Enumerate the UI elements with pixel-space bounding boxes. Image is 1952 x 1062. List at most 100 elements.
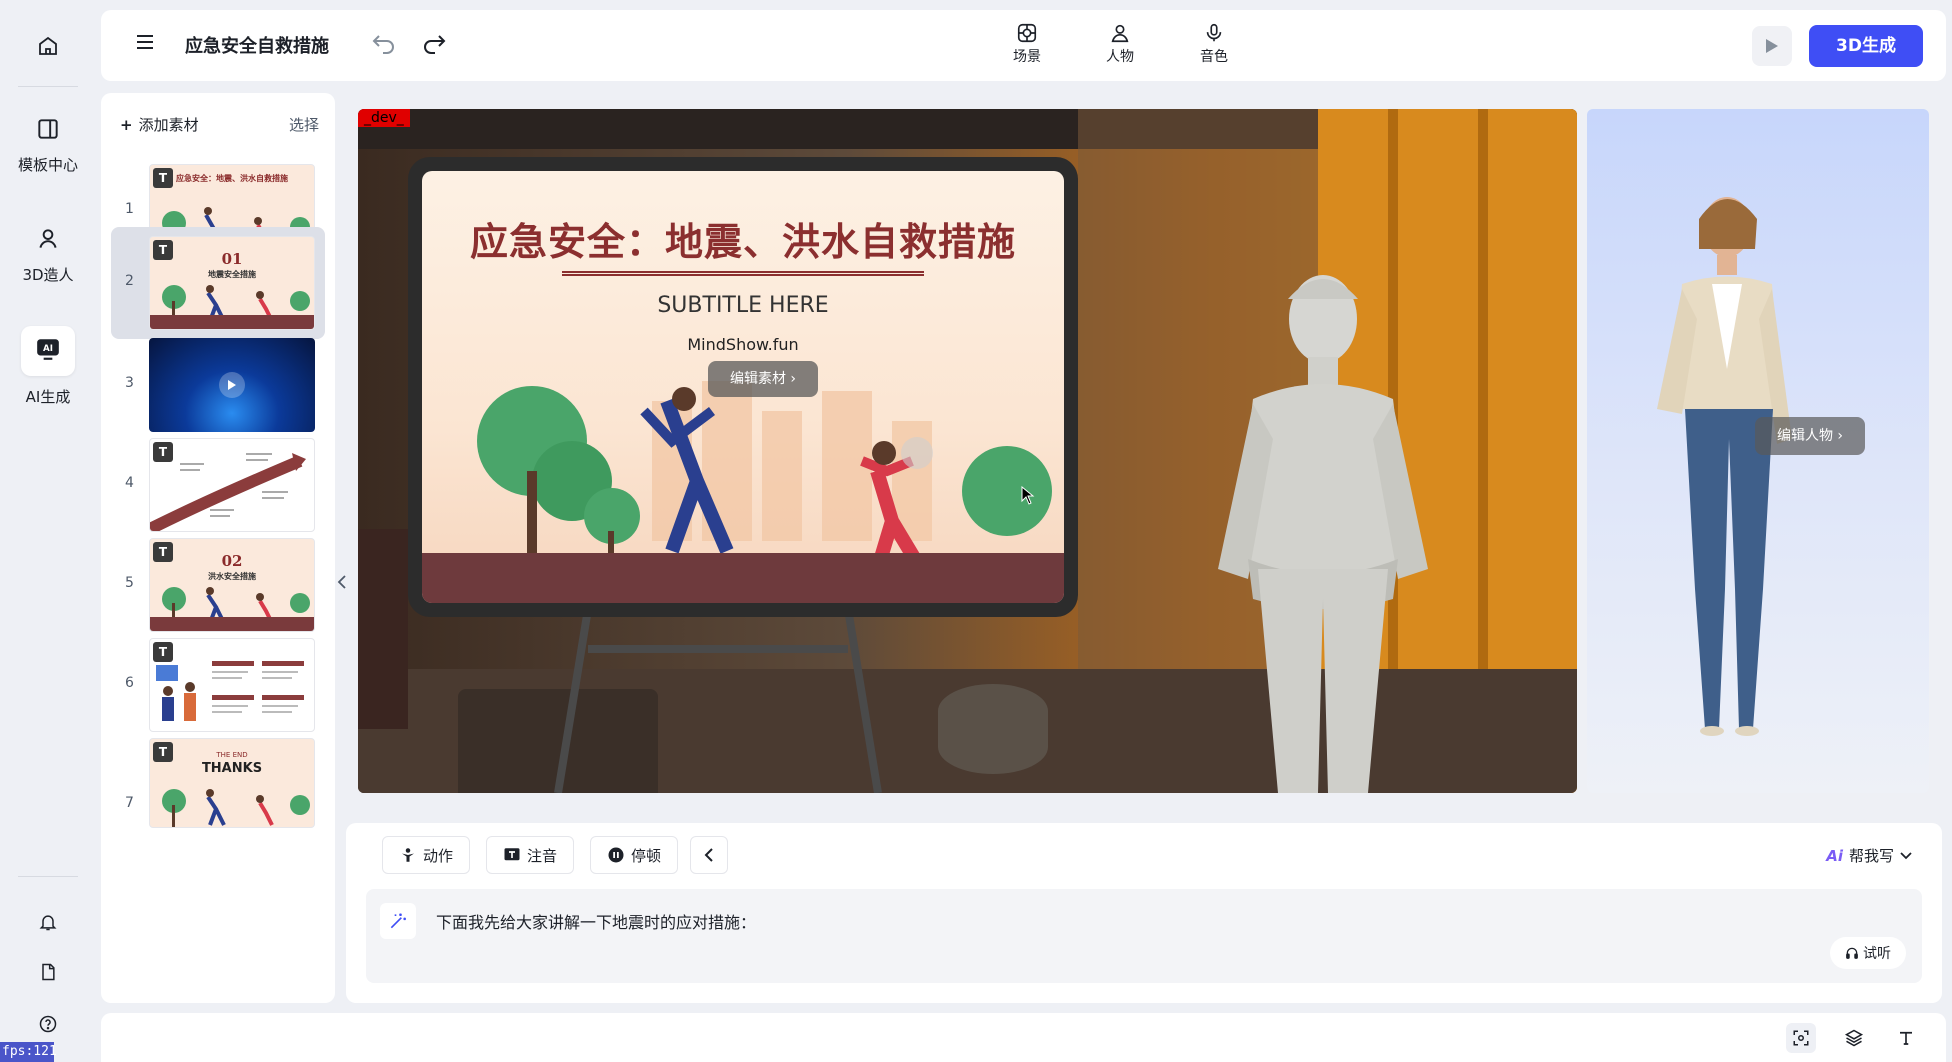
menu-icon[interactable] (135, 32, 155, 56)
edit-character-label: 编辑人物 (1776, 428, 1833, 444)
magic-wand-button[interactable] (380, 903, 416, 939)
dev-tag: _dev_ (358, 109, 410, 127)
tool-label: 人物 (1106, 49, 1134, 65)
notification-button[interactable] (0, 912, 96, 944)
document-title[interactable]: 应急安全自救措施 (185, 32, 329, 58)
add-material-button[interactable]: + 添加素材 (120, 114, 199, 135)
nav-template-center[interactable]: 模板中心 (0, 116, 96, 175)
help-write-label: 帮我写 (1848, 847, 1894, 865)
layers-button[interactable] (1839, 1023, 1869, 1053)
slide-item[interactable]: 7 T THE END THANKS (111, 729, 325, 841)
slide-table-graphic (156, 661, 304, 721)
slide-item[interactable]: 4 T (111, 429, 325, 541)
script-editor: 动作 注音 停顿 Ai 帮我写 下面我先给大家讲解一下地震时的应对措施： 试听 (346, 823, 1942, 1003)
nav-divider (18, 876, 78, 877)
chip-label: 注音 (527, 846, 558, 865)
pause-button[interactable]: 停顿 (590, 836, 679, 874)
slide-thumbnail: T (149, 438, 315, 532)
document-button[interactable] (0, 962, 96, 994)
scene-preview[interactable]: 应急安全：地震、洪水自救措施 SUBTITLE HERE MindShow.fu… (358, 109, 1577, 793)
text-tool-button[interactable] (1891, 1023, 1921, 1053)
slide-number: 4 (125, 475, 134, 491)
slide-number: 6 (125, 675, 134, 691)
text-icon (504, 848, 520, 861)
magic-wand-icon (390, 913, 406, 929)
help-icon (0, 1014, 96, 1038)
layers-icon (1844, 1029, 1864, 1047)
slide-diagram (150, 453, 306, 531)
action-button[interactable]: 动作 (382, 836, 471, 874)
help-write-button[interactable]: Ai 帮我写 (1826, 845, 1912, 866)
screenshot-button[interactable] (1786, 1023, 1816, 1053)
nav-home[interactable] (0, 34, 96, 70)
chip-label: 动作 (423, 846, 454, 865)
edit-material-label: 编辑素材 (729, 371, 786, 387)
chip-collapse-button[interactable] (690, 836, 728, 874)
headphones-icon (1846, 947, 1858, 959)
script-text[interactable]: 下面我先给大家讲解一下地震时的应对措施： (436, 909, 756, 933)
bell-icon (0, 912, 96, 936)
slide-item[interactable]: 5 T 02 洪水安全措施 (111, 529, 325, 641)
board-stand (554, 609, 882, 793)
preview-play-button[interactable] (1752, 26, 1792, 66)
select-button[interactable]: 选择 (289, 114, 319, 135)
script-input[interactable]: 下面我先给大家讲解一下地震时的应对措施： 试听 (366, 889, 1922, 983)
generate-3d-button[interactable]: 3D生成 (1809, 25, 1923, 67)
slide-thumbnail: T THE END THANKS (149, 738, 315, 828)
slide-thumbnail-video (149, 338, 315, 432)
nav-label: AI生成 (25, 388, 71, 406)
home-icon (0, 34, 96, 62)
text-tool-icon (1900, 1031, 1912, 1045)
redo-icon[interactable] (421, 30, 447, 58)
cursor-icon (1021, 486, 1035, 505)
undo-icon[interactable] (371, 30, 397, 58)
edit-material-button[interactable]: 编辑素材 › (708, 361, 818, 397)
edit-character-button[interactable]: 编辑人物 › (1755, 417, 1865, 455)
slide-item[interactable]: 6 T (111, 629, 325, 741)
collapse-panel-icon[interactable] (335, 570, 349, 594)
nav-divider (18, 86, 78, 87)
tool-label: 音色 (1200, 49, 1228, 65)
focus-icon (1793, 1030, 1809, 1046)
phonetic-button[interactable]: 注音 (486, 836, 575, 874)
slide-number: 1 (125, 201, 134, 217)
video-play-icon (219, 372, 245, 398)
slide-ground (150, 315, 314, 329)
file-icon (0, 962, 96, 986)
top-bar: 应急安全自救措施 场景 人物 音色 3D生成 (101, 10, 1946, 81)
left-nav: 模板中心 3D造人 AI AI生成 fps:121 (0, 0, 96, 1062)
scene-stool (938, 684, 1048, 774)
play-icon (1766, 39, 1778, 53)
nav-ai-generate[interactable]: AI AI生成 (0, 326, 96, 407)
plus-icon: + (120, 116, 133, 134)
tool-label: 场景 (1013, 49, 1041, 65)
slide-item[interactable]: 3 (111, 329, 325, 441)
slide-number: 3 (125, 375, 134, 391)
fps-counter: fps:121 (0, 1042, 57, 1062)
slide-number: 7 (125, 795, 134, 811)
listen-label: 试听 (1863, 946, 1891, 962)
nav-ai-highlight: AI (21, 326, 75, 376)
svg-text:AI: AI (43, 344, 53, 354)
slides-panel: + 添加素材 选择 1 T 应急安全：地震、洪水自救措施 2 T 01 地震安全措… (101, 93, 335, 1003)
scene-icon (1017, 23, 1037, 43)
tool-person[interactable]: 人物 (1090, 22, 1150, 66)
character-preview[interactable]: 编辑人物 › (1587, 109, 1929, 793)
microphone-icon (1206, 23, 1222, 42)
ai-write-icon: Ai (1826, 846, 1843, 865)
slide-thumbnail: T 02 洪水安全措施 (149, 538, 315, 632)
slide-number: 5 (125, 575, 134, 591)
presentation-board: 应急安全：地震、洪水自救措施 SUBTITLE HERE MindShow.fu… (408, 157, 1078, 617)
person-icon (1111, 24, 1129, 43)
tool-voice[interactable]: 音色 (1184, 22, 1244, 66)
chevron-right-icon: › (1837, 428, 1844, 444)
nav-3d-avatar[interactable]: 3D造人 (0, 226, 96, 285)
slide-thumbnail: T 01 地震安全措施 (149, 236, 315, 330)
slide-item-active[interactable]: 2 T 01 地震安全措施 (111, 227, 325, 339)
listen-button[interactable]: 试听 (1830, 937, 1906, 969)
ai-icon: AI (35, 336, 61, 366)
action-icon (402, 848, 414, 862)
tool-scene[interactable]: 场景 (997, 22, 1057, 66)
chevron-down-icon (1900, 851, 1912, 859)
board-slide: 应急安全：地震、洪水自救措施 SUBTITLE HERE MindShow.fu… (422, 171, 1064, 603)
